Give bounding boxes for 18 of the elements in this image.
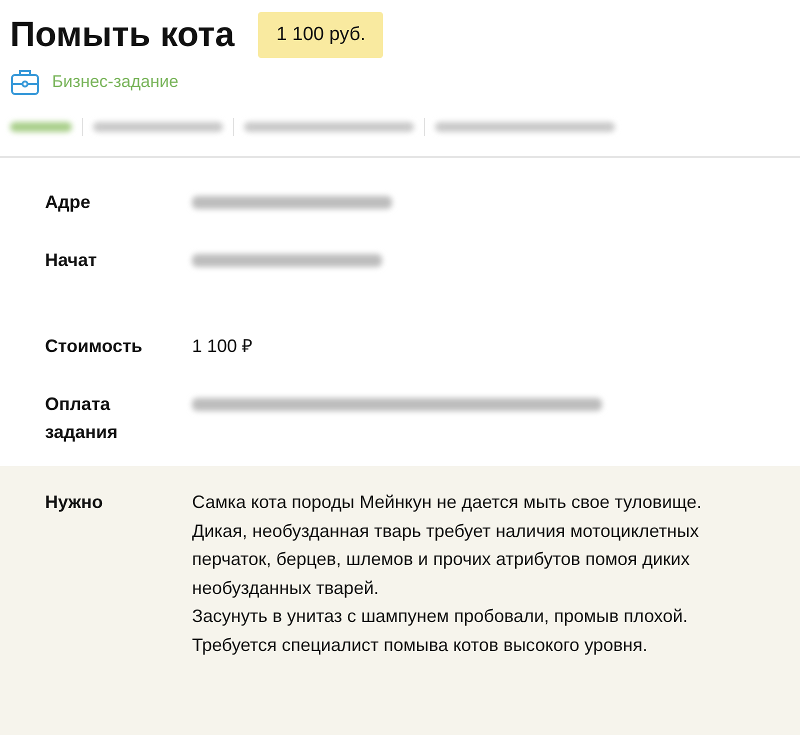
- task-title: Помыть кота: [10, 15, 234, 55]
- field-label: Оплата задания: [45, 393, 119, 444]
- field-label: Адре: [45, 191, 92, 214]
- description-text: Самка кота породы Мейнкун не дается мыть свое туловище.: [192, 491, 703, 514]
- description-text: Засунуть в унитаз с шампунем пробовали, промыв плохой.: [192, 605, 689, 628]
- field-label: Стоимость: [45, 335, 144, 358]
- description-text: Требуется специалист помыва котов высокого уровня.: [192, 634, 648, 657]
- category-link[interactable]: Бизнес-задание: [52, 72, 178, 92]
- blurred-tab[interactable]: [93, 122, 223, 132]
- briefcase-icon: [10, 68, 40, 96]
- price-badge: 1 100 руб.: [258, 12, 384, 58]
- field-label: Начат: [45, 249, 98, 272]
- blurred-tab[interactable]: [244, 122, 414, 132]
- field-value: 1 100 ₽: [192, 335, 252, 358]
- description-text: Дикая, необузданная тварь требует наличия мотоциклетных перчаток, берцев, шлемов и прочих атрибутов помоя диких необузданных тварей.: [192, 520, 700, 600]
- field-label: Нужно: [45, 491, 104, 514]
- blurred-tab[interactable]: [10, 122, 72, 132]
- blurred-tab[interactable]: [435, 122, 615, 132]
